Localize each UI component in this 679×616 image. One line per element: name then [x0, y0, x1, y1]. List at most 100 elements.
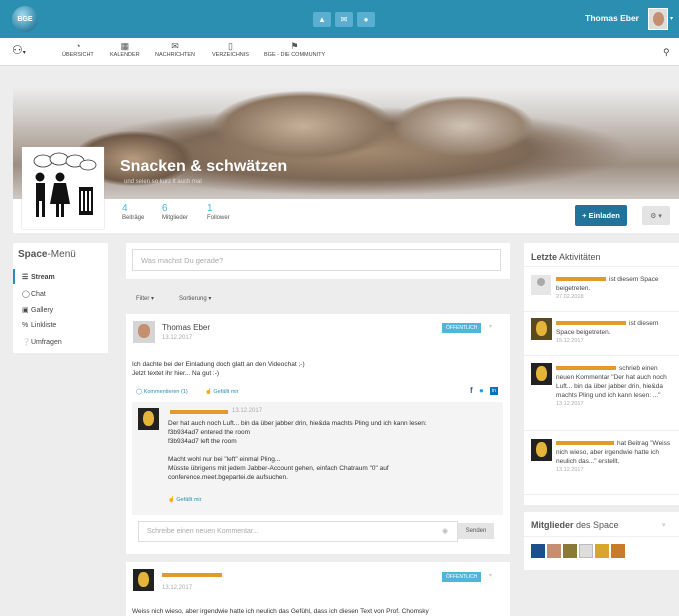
stat-label: Mitglieder [162, 215, 189, 221]
post-date[interactable]: 13.12.2017 [162, 335, 192, 341]
linkedin-icon[interactable]: in [490, 387, 498, 395]
logo[interactable]: BGE [12, 6, 38, 32]
activity-date: 13.12.2017 [556, 401, 584, 407]
sort-dropdown[interactable]: Sortierung ▾ [179, 295, 211, 302]
visibility-badge: Öffentlich [442, 323, 482, 333]
comment-line: Der hat auch noch Luft... bin da über ja… [168, 420, 427, 427]
members-title-strong: Mitglieder [531, 520, 574, 530]
activity-avatar[interactable] [531, 275, 551, 295]
redacted-name [556, 277, 606, 281]
post-date[interactable]: 13.12.2017 [162, 585, 192, 591]
menu-item-polls[interactable]: ❔Umfragen [22, 338, 62, 346]
stat-followers[interactable]: 1 Follower [207, 203, 230, 221]
chevron-down-icon[interactable]: ▾ [662, 521, 666, 529]
comment-line: f3b934ad7 left the room [168, 438, 237, 445]
gear-icon[interactable]: ⚙ ▾ [642, 206, 670, 225]
envelope-icon[interactable]: ✉ [335, 12, 353, 27]
filter-dropdown[interactable]: Filter ▾ [136, 295, 154, 302]
dashboard-icon: ◔ [75, 41, 81, 51]
nav-directory[interactable]: ▯ Verzeichnis [212, 40, 249, 58]
activity-avatar[interactable] [531, 363, 552, 385]
comment-link-label: Kommentieren (1) [143, 389, 188, 395]
redacted-name [556, 366, 616, 370]
activity-item[interactable]: ist diesem Space beigetreten. 15.12.2017 [556, 319, 674, 346]
user-avatar[interactable] [648, 8, 668, 30]
activity-date: 15.12.2017 [556, 338, 584, 344]
comment-spacer [168, 446, 498, 455]
chevron-down-icon[interactable]: ▾ [670, 15, 673, 22]
post-text: Ich dachte bei der Einladung doch glatt … [132, 360, 305, 378]
member-avatar[interactable] [547, 544, 561, 558]
activity-date: 13.12.2017 [556, 467, 584, 473]
stat-value: 4 [122, 203, 128, 214]
search-icon[interactable]: ⚲ [663, 47, 670, 58]
stat-members[interactable]: 6 Mitglieder [162, 203, 188, 221]
activity-item[interactable]: schrieb einen neuen Kommentar "Der hat a… [556, 364, 674, 409]
divider [524, 536, 679, 537]
user-name[interactable]: Thomas Eber [585, 13, 639, 23]
chat-icon[interactable]: ● [357, 12, 375, 27]
nav-label: Kalender [110, 52, 140, 58]
question-icon: ❔ [22, 339, 31, 346]
activities-title-rest: Aktivitäten [557, 252, 601, 262]
invite-button[interactable]: + Einladen [575, 205, 627, 226]
stat-label: Follower [207, 215, 230, 221]
menu-item-gallery[interactable]: ▣ Gallery [22, 306, 53, 314]
post-text: Weiss nich wieso, aber irgendwie hatte i… [132, 608, 429, 615]
comment-line: f3b934ad7 entered the room [168, 429, 251, 436]
author-avatar[interactable] [133, 569, 154, 591]
author-avatar[interactable] [133, 321, 155, 343]
member-avatar[interactable] [563, 544, 577, 558]
camera-icon[interactable]: ◉ [442, 527, 448, 535]
twitter-icon[interactable]: ● [479, 386, 484, 395]
activity-item[interactable]: hat Beitrag "Weiss nich wieso, aber irge… [556, 439, 674, 475]
activities-title-strong: Letzte [531, 252, 558, 262]
space-title: Snacken & schwätzen [120, 158, 288, 175]
post-input[interactable]: Was machst Du gerade? [132, 249, 501, 271]
commenter-avatar[interactable] [138, 408, 159, 430]
space-chooser[interactable]: ⚇▾ [12, 43, 26, 57]
new-comment-input[interactable]: Schreibe einen neuen Kommentar... [138, 521, 458, 542]
stat-posts[interactable]: 4 Beiträge [122, 203, 144, 221]
nav-overview[interactable]: ◔ Übersicht [62, 40, 94, 58]
envelope-icon: ✉ [171, 41, 179, 51]
chevron-down-icon[interactable]: ▾ [489, 572, 492, 579]
link-icon: % [22, 322, 29, 329]
activity-avatar[interactable] [531, 318, 552, 340]
nav-label: Verzeichnis [212, 52, 249, 58]
nav-messages[interactable]: ✉ Nachrichten [155, 40, 195, 58]
divider [524, 494, 679, 495]
nav-label: BGE - die Community [264, 52, 326, 58]
nav-label: Übersicht [62, 52, 94, 58]
megaphone-icon: ⚑ [290, 41, 299, 51]
menu-label: Umfragen [31, 339, 62, 346]
member-avatar[interactable] [611, 544, 625, 558]
bell-icon[interactable]: ▲ [313, 12, 331, 27]
nav-community[interactable]: ⚑ BGE - die Community [264, 40, 325, 58]
member-avatar[interactable] [531, 544, 545, 558]
menu-item-linklist[interactable]: % Linkliste [22, 322, 56, 329]
redacted-name [556, 441, 614, 445]
menu-item-chat[interactable]: ◯Chat [22, 290, 46, 298]
like-link[interactable]: ☝ Gefällt mir [205, 389, 238, 395]
facebook-icon[interactable]: f [470, 386, 473, 395]
member-avatar[interactable] [595, 544, 609, 558]
book-icon: ▯ [228, 41, 233, 51]
calendar-icon: ▦ [120, 41, 130, 51]
member-avatar[interactable] [579, 544, 593, 558]
divider [524, 311, 679, 312]
redacted-name [170, 410, 228, 414]
nav-calendar[interactable]: ▦ Kalender [110, 40, 140, 58]
post-author[interactable]: Thomas Eber [162, 323, 210, 332]
comment-like-link[interactable]: ☝ Gefällt mir [168, 497, 201, 503]
activity-avatar[interactable] [531, 439, 552, 461]
send-button[interactable]: Senden [458, 523, 494, 539]
list-icon: ☰ [22, 274, 29, 281]
menu-item-stream[interactable]: ☰ Stream [22, 273, 55, 281]
chevron-down-icon[interactable]: ▾ [489, 323, 492, 330]
comment-link[interactable]: ◯ Kommentieren (1) [136, 389, 188, 395]
space-banner [13, 86, 679, 199]
space-subtitle: und seien so kurz it auch mal [124, 179, 202, 185]
activity-item[interactable]: ist diesem Space beigetreten. 27.02.2018 [556, 275, 674, 302]
activities-title: Letzte Aktivitäten [531, 252, 601, 262]
